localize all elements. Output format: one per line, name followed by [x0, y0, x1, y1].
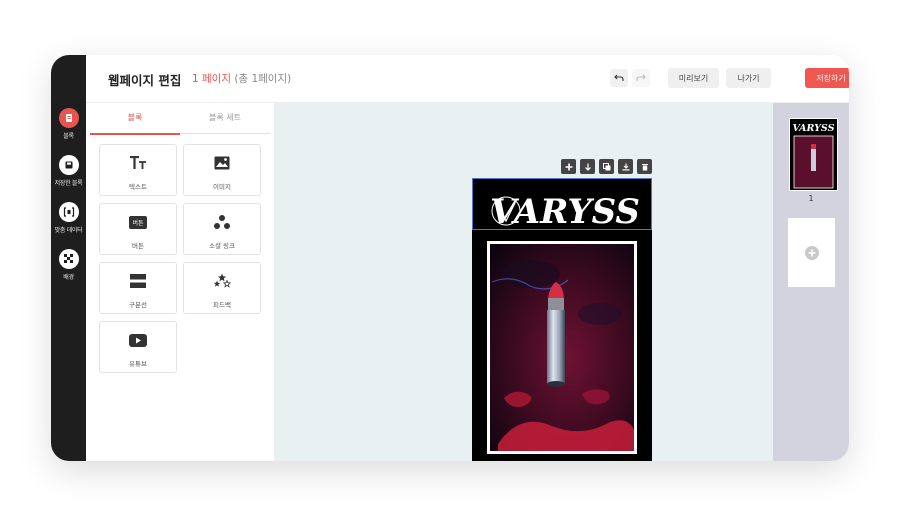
tab-blocks[interactable]: 블록 — [90, 103, 180, 135]
page-list: VARYSS 1 — [773, 103, 849, 461]
trash-icon — [641, 163, 648, 170]
thumbnail-brand-text: VARYSS — [793, 123, 835, 134]
page-number: 1 — [808, 194, 814, 203]
redo-icon — [636, 74, 646, 81]
brand-logo: VARYSS — [490, 192, 640, 232]
block-card-label: 텍스트 — [129, 183, 147, 191]
tab-block-sets[interactable]: 블록 세트 — [180, 103, 270, 134]
sidebar-item-label: 맞춤 데이터 — [54, 227, 83, 234]
block-card-label: 버튼 — [132, 242, 144, 250]
background-icon — [58, 249, 79, 269]
block-icon — [58, 108, 79, 128]
block-card-label: 소셜 링크 — [209, 242, 235, 250]
copy-icon — [602, 162, 610, 170]
block-save-button[interactable] — [618, 159, 633, 174]
block-card-label: 구분선 — [129, 301, 147, 309]
sidebar-item-background[interactable]: 배경 — [51, 249, 86, 281]
custom-data-icon — [58, 202, 79, 222]
poster-block[interactable]: VARYSS — [472, 178, 652, 461]
block-card-label: 이미지 — [213, 183, 231, 191]
image-icon — [184, 155, 260, 171]
block-card-text[interactable]: 텍스트 — [99, 144, 177, 196]
save-button[interactable]: 저장하기 — [805, 68, 849, 88]
page-title: 웹페이지 편집 — [108, 73, 182, 88]
feedback-icon — [184, 273, 260, 289]
page-thumbnail[interactable]: VARYSS — [789, 118, 838, 191]
add-page-icon — [804, 245, 819, 260]
poster-photo-frame — [487, 241, 637, 454]
page-thumbnail-preview: VARYSS — [790, 119, 837, 190]
block-card-divider[interactable]: 구분선 — [99, 262, 177, 314]
block-card-image[interactable]: 이미지 — [183, 144, 261, 196]
total-pages: (총 1페이지) — [234, 73, 292, 85]
saved-block-icon — [58, 155, 79, 175]
youtube-icon — [100, 332, 176, 348]
poster-header[interactable]: VARYSS — [472, 178, 652, 232]
block-card-feedback[interactable]: 피드백 — [183, 262, 261, 314]
editor-window: 블록 저장한 블록 맞춤 데이터 배경 웹페이지 편집 1 페이지 (총 1페이… — [51, 55, 849, 461]
brand-text: VARYSS — [490, 192, 640, 231]
plus-icon — [565, 163, 572, 170]
block-card-youtube[interactable]: 유튜브 — [99, 321, 177, 373]
left-sidebar: 블록 저장한 블록 맞춤 데이터 배경 — [51, 55, 86, 461]
block-duplicate-button[interactable] — [599, 159, 614, 174]
add-page-button[interactable] — [788, 218, 835, 287]
text-icon — [100, 155, 176, 171]
undo-icon — [614, 74, 624, 81]
block-delete-button[interactable] — [637, 159, 652, 174]
sidebar-item-custom-data[interactable]: 맞춤 데이터 — [51, 202, 86, 234]
sidebar-item-label: 배경 — [63, 274, 74, 281]
current-page: 1 페이지 — [192, 73, 231, 85]
sidebar-item-saved-blocks[interactable]: 저장한 블록 — [51, 155, 86, 187]
block-card-label: 유튜브 — [129, 360, 147, 368]
block-move-down-button[interactable] — [580, 159, 595, 174]
undo-button[interactable] — [610, 69, 628, 87]
arrow-down-icon — [584, 163, 591, 171]
block-panel: 블록 블록 세트 텍스트 이미지 버튼 버튼 소셜 링크 구분선 피드백 유튜브 — [86, 103, 275, 461]
button-icon: 버튼 — [100, 214, 176, 230]
top-bar: 웹페이지 편집 1 페이지 (총 1페이지) 미리보기 나가기 저장하기 — [86, 55, 849, 103]
redo-button[interactable] — [632, 69, 650, 87]
block-card-label: 피드백 — [213, 301, 231, 309]
download-icon — [622, 163, 629, 170]
lipstick-photo — [490, 244, 634, 451]
sidebar-item-label: 저장한 블록 — [54, 180, 83, 187]
social-link-icon — [184, 214, 260, 230]
button-icon-text: 버튼 — [129, 215, 147, 229]
preview-button[interactable]: 미리보기 — [668, 68, 719, 88]
page-indicator: 1 페이지 (총 1페이지) — [192, 71, 291, 86]
block-card-button[interactable]: 버튼 버튼 — [99, 203, 177, 255]
exit-button[interactable]: 나가기 — [726, 68, 771, 88]
block-add-button[interactable] — [561, 159, 576, 174]
divider-icon — [100, 273, 176, 289]
block-card-social-link[interactable]: 소셜 링크 — [183, 203, 261, 255]
sidebar-item-label: 블록 — [63, 133, 74, 140]
sidebar-item-blocks[interactable]: 블록 — [51, 108, 86, 140]
